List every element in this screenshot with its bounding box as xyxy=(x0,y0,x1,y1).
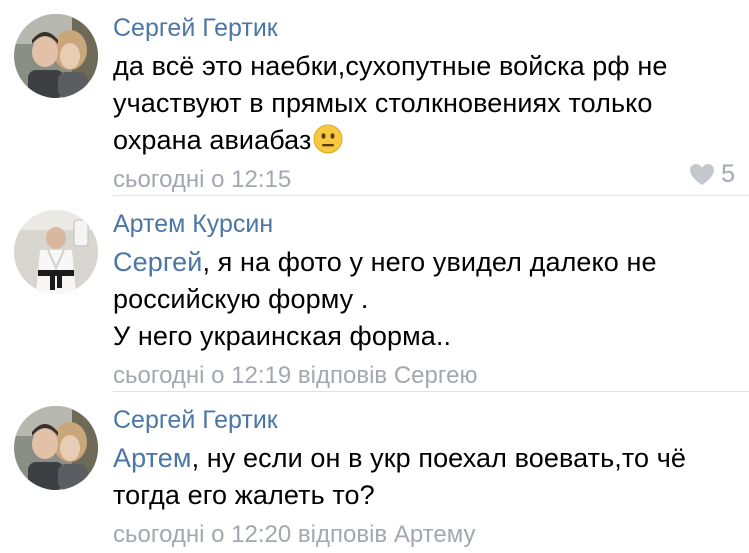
heart-icon xyxy=(690,163,715,185)
comment-author-link[interactable]: Сергей Гертик xyxy=(113,402,735,438)
comment-text-line: , я на фото у него увидел далеко не xyxy=(202,247,657,277)
avatar[interactable] xyxy=(14,406,98,490)
reply-to-link[interactable]: відповів Сергею xyxy=(298,362,478,389)
like-count: 5 xyxy=(721,159,735,188)
comment-thread: Сергей Гертик да всё это наебки,сухопутн… xyxy=(0,0,749,548)
comment-text-line: участвуют в прямых столкновениях только xyxy=(113,88,653,118)
comment-text-line: , ну если он в укр поехал воевать,то чё xyxy=(191,443,687,473)
mention-link[interactable]: Сергей xyxy=(113,247,202,277)
comment-text: Артем, ну если он в укр поехал воевать,т… xyxy=(113,440,735,514)
comment-timestamp[interactable]: сьогодні о 12:19 xyxy=(113,362,291,389)
comment-author-link[interactable]: Сергей Гертик xyxy=(113,10,735,46)
comment-text-line: тогда его жалеть то? xyxy=(113,480,375,510)
comment-item: Сергей Гертик да всё это наебки,сухопутн… xyxy=(0,0,749,196)
mention-link[interactable]: Артем xyxy=(113,443,192,473)
comment-text-line: российскую форму . xyxy=(113,284,369,314)
comment-author-link[interactable]: Артем Курсин xyxy=(113,206,735,242)
comment-content: Сергей Гертик Артем, ну если он в укр по… xyxy=(113,402,735,553)
reply-to-link[interactable]: відповів Артему xyxy=(298,521,476,548)
comment-item: Сергей Гертик Артем, ну если он в укр по… xyxy=(0,392,749,548)
comment-text: Сергей, я на фото у него увидел далеко н… xyxy=(113,244,735,355)
comment-meta: сьогодні о 12:15 xyxy=(113,162,735,198)
avatar-couple-photo-icon xyxy=(14,406,98,490)
comment-item: Артем Курсин Сергей, я на фото у него ув… xyxy=(0,196,749,392)
comment-text-line: У него украинская форма.. xyxy=(113,321,452,351)
comment-text-line: да всё это наебки,сухопутные войска рф н… xyxy=(113,51,668,81)
comment-text-line: охрана авиабаз xyxy=(113,125,312,155)
comment-meta: сьогодні о 12:20 відповів Артему xyxy=(113,517,735,553)
avatar-couple-photo-icon xyxy=(14,14,98,98)
comment-timestamp[interactable]: сьогодні о 12:15 xyxy=(113,166,291,193)
avatar[interactable] xyxy=(14,210,98,294)
comment-timestamp[interactable]: сьогодні о 12:20 xyxy=(113,521,291,548)
comment-meta: сьогодні о 12:19 відповів Сергею xyxy=(113,358,735,394)
comment-text: да всё это наебки,сухопутные войска рф н… xyxy=(113,48,735,159)
comment-content: Сергей Гертик да всё это наебки,сухопутн… xyxy=(113,10,735,198)
like-button[interactable]: 5 xyxy=(689,156,735,192)
avatar[interactable] xyxy=(14,14,98,98)
neutral-face-emoji-icon xyxy=(313,124,343,154)
avatar-karate-selfie-icon xyxy=(14,210,98,294)
comment-content: Артем Курсин Сергей, я на фото у него ув… xyxy=(113,206,735,394)
